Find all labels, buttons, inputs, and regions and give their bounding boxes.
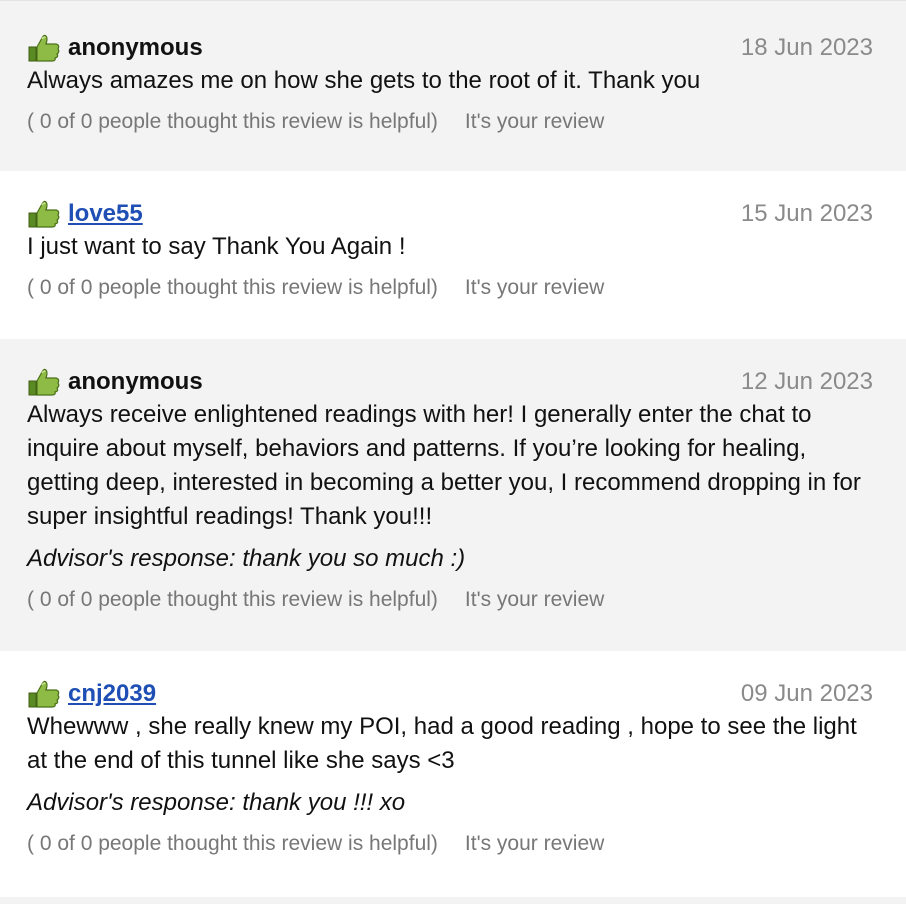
review-author: anonymous — [68, 368, 203, 395]
your-review-label: It's your review — [464, 276, 605, 299]
review-text: Whewww , she really knew my POI, had a g… — [27, 713, 857, 774]
helpful-count: ( 0 of 0 people thought this review is h… — [27, 110, 438, 133]
review-date: 18 Jun 2023 — [740, 34, 873, 61]
review-meta: ( 0 of 0 people thought this review is h… — [27, 276, 879, 300]
thumbs-up-icon — [28, 34, 60, 62]
review-text: Always amazes me on how she gets to the … — [27, 67, 701, 94]
your-review-label: It's your review — [464, 588, 605, 611]
thumbs-up-icon — [28, 200, 60, 228]
helpful-count: ( 0 of 0 people thought this review is h… — [27, 832, 438, 855]
review-item: anonymous 18 Jun 2023 Always amazes me o… — [0, 0, 906, 171]
review-item: love55 15 Jun 2023 I just want to say Th… — [0, 171, 906, 339]
list-bottom-divider — [0, 897, 906, 904]
review-author-link[interactable]: cnj2039 — [68, 680, 156, 708]
advisor-response: Advisor's response: thank you so much :) — [27, 545, 466, 572]
helpful-count: ( 0 of 0 people thought this review is h… — [27, 588, 438, 611]
review-text: I just want to say Thank You Again ! — [27, 233, 406, 260]
reviews-list: anonymous 18 Jun 2023 Always amazes me o… — [0, 0, 906, 904]
review-item: anonymous 12 Jun 2023 Always receive enl… — [0, 339, 906, 651]
review-item: cnj2039 09 Jun 2023 Whewww , she really … — [0, 651, 906, 897]
review-meta: ( 0 of 0 people thought this review is h… — [27, 110, 879, 134]
thumbs-up-icon — [28, 368, 60, 396]
review-meta: ( 0 of 0 people thought this review is h… — [27, 832, 879, 856]
review-date: 15 Jun 2023 — [740, 200, 873, 227]
review-author: anonymous — [68, 34, 203, 61]
helpful-count: ( 0 of 0 people thought this review is h… — [27, 276, 438, 299]
your-review-label: It's your review — [464, 110, 605, 133]
review-meta: ( 0 of 0 people thought this review is h… — [27, 588, 879, 612]
review-date: 12 Jun 2023 — [740, 368, 873, 395]
your-review-label: It's your review — [464, 832, 605, 855]
thumbs-up-icon — [28, 680, 60, 708]
review-date: 09 Jun 2023 — [740, 680, 873, 707]
advisor-response: Advisor's response: thank you !!! xo — [27, 789, 406, 816]
review-author-link[interactable]: love55 — [68, 200, 143, 228]
review-text: Always receive enlightened readings with… — [27, 401, 861, 530]
